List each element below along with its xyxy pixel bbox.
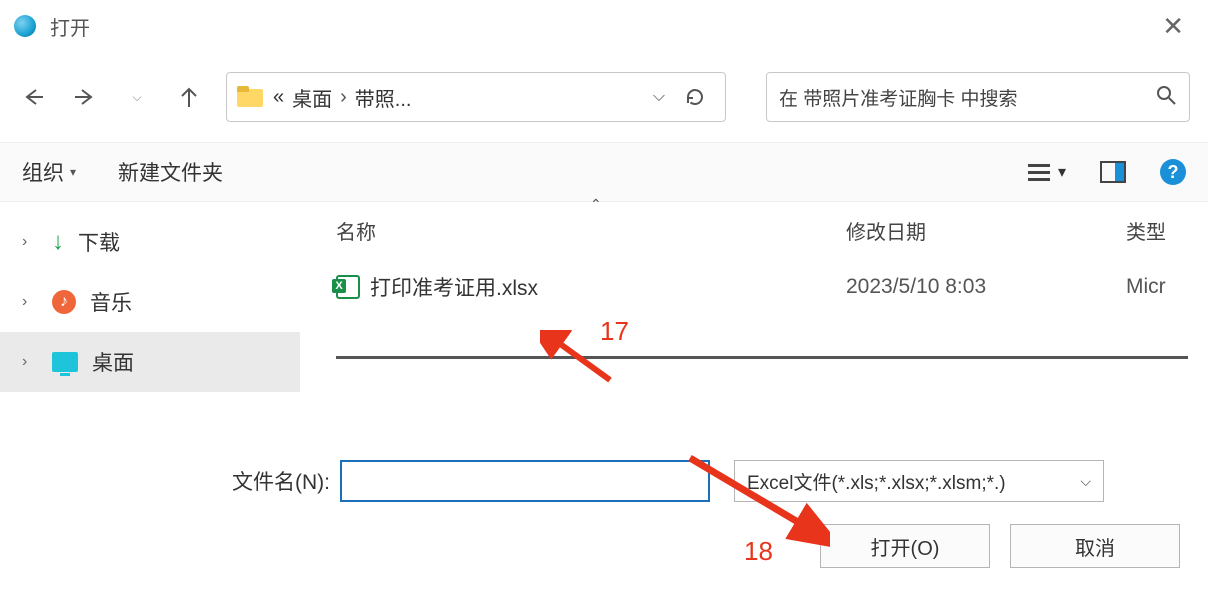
new-folder-button[interactable]: 新建文件夹	[118, 157, 223, 187]
forward-button[interactable]	[70, 82, 100, 112]
toolbar: 组织 ▾ 新建文件夹 ▾ ?	[0, 142, 1208, 202]
window-title: 打开	[50, 12, 90, 41]
sidebar-item-label: 下载	[78, 227, 120, 257]
up-button[interactable]	[174, 82, 204, 112]
list-view-icon	[1028, 164, 1050, 181]
title-bar: 打开 ✕	[0, 0, 1208, 52]
chevron-down-icon: ▾	[1058, 162, 1066, 182]
back-button[interactable]	[18, 82, 48, 112]
file-list: ⌃ 名称 修改日期 类型 打印准考证用.xlsx 2023/5/10 8:03 …	[300, 202, 1208, 432]
folder-icon	[237, 86, 263, 108]
file-name: 打印准考证用.xlsx	[370, 272, 538, 302]
file-row[interactable]: 打印准考证用.xlsx 2023/5/10 8:03 Micr	[300, 254, 1208, 320]
chevron-right-icon: ›	[22, 233, 38, 251]
chevron-down-icon: ⌵	[1080, 473, 1091, 490]
search-placeholder: 在 带照片准考证胸卡 中搜索	[779, 84, 1018, 111]
sidebar-item-music[interactable]: › ♪ 音乐	[0, 272, 300, 332]
arrow-left-icon	[21, 85, 45, 109]
file-type-filter[interactable]: Excel文件(*.xls;*.xlsx;*.xlsm;*.) ⌵	[734, 460, 1104, 502]
breadcrumb: « 桌面 › 带照...	[273, 83, 411, 112]
chevron-down-icon: ▾	[70, 165, 76, 179]
download-icon: ↓	[52, 228, 64, 256]
cancel-button[interactable]: 取消	[1010, 524, 1180, 568]
filename-input[interactable]	[340, 460, 710, 502]
desktop-icon	[52, 352, 78, 372]
address-bar[interactable]: « 桌面 › 带照... ⌵	[226, 72, 726, 122]
sidebar-item-label: 音乐	[90, 287, 132, 317]
file-date: 2023/5/10 8:03	[846, 275, 1126, 299]
column-collapse-icon[interactable]: ⌃	[590, 196, 602, 213]
search-box[interactable]: 在 带照片准考证胸卡 中搜索	[766, 72, 1190, 122]
search-icon	[1155, 84, 1177, 111]
breadcrumb-item[interactable]: 带照...	[355, 83, 412, 112]
column-date[interactable]: 修改日期	[846, 216, 1126, 245]
navigation-row: ⌵ « 桌面 › 带照... ⌵ 在 带照片准考证胸卡 中搜索	[0, 52, 1208, 142]
arrow-up-icon	[177, 85, 201, 109]
recent-dropdown[interactable]: ⌵	[122, 82, 152, 112]
breadcrumb-item[interactable]: 桌面	[292, 83, 332, 112]
chevron-right-icon: ›	[340, 86, 347, 109]
excel-icon	[336, 275, 360, 299]
sidebar: › ↓ 下载 › ♪ 音乐 › 桌面	[0, 202, 300, 432]
chevron-right-icon: ›	[22, 353, 38, 371]
refresh-button[interactable]	[675, 87, 715, 107]
chevron-right-icon: ›	[22, 293, 38, 311]
breadcrumb-prefix: «	[273, 86, 284, 109]
file-type: Micr	[1126, 275, 1208, 299]
sidebar-item-desktop[interactable]: › 桌面	[0, 332, 300, 392]
sidebar-item-label: 桌面	[92, 347, 134, 377]
content-area: › ↓ 下载 › ♪ 音乐 › 桌面 ⌃ 名称 修改日期 类型 打印准考证用.x…	[0, 202, 1208, 432]
address-dropdown[interactable]: ⌵	[653, 88, 665, 106]
organize-button[interactable]: 组织 ▾	[22, 157, 76, 187]
column-headers: 名称 修改日期 类型	[300, 208, 1208, 254]
app-icon	[14, 15, 36, 37]
help-button[interactable]: ?	[1160, 159, 1186, 185]
sidebar-item-downloads[interactable]: › ↓ 下载	[0, 212, 300, 272]
preview-pane-button[interactable]	[1100, 161, 1126, 183]
open-button[interactable]: 打开(O)	[820, 524, 990, 568]
view-button[interactable]: ▾	[1028, 162, 1066, 182]
footer: 文件名(N): Excel文件(*.xls;*.xlsx;*.xlsm;*.) …	[0, 432, 1208, 568]
refresh-icon	[685, 87, 705, 107]
arrow-right-icon	[73, 85, 97, 109]
music-icon: ♪	[52, 290, 76, 314]
column-name[interactable]: 名称	[336, 216, 846, 245]
filename-label: 文件名(N):	[232, 466, 330, 496]
close-button[interactable]: ✕	[1152, 7, 1194, 46]
column-type[interactable]: 类型	[1126, 216, 1208, 245]
separator	[336, 356, 1188, 359]
